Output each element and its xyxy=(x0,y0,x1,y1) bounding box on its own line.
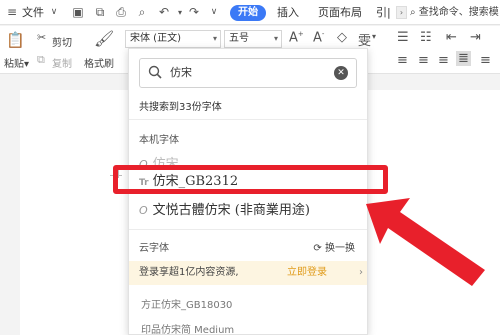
divider xyxy=(129,229,367,230)
clear-search-icon[interactable]: ✕ xyxy=(334,66,348,80)
red-arrow-icon xyxy=(366,198,485,286)
cut-icon[interactable]: ✂ xyxy=(37,31,46,44)
copy-button[interactable]: 复制 xyxy=(52,55,72,70)
swap-button[interactable]: ⟳ 换一换 xyxy=(313,239,355,254)
shrink-font-icon[interactable]: A- xyxy=(313,30,324,45)
menu-icon[interactable]: ≡ xyxy=(4,0,20,25)
command-search[interactable]: ⌕ 查找命令、搜索模 xyxy=(410,0,499,25)
align-center-icon[interactable]: ≡ xyxy=(418,53,429,68)
font-name-value: 宋体 (正文) xyxy=(130,33,181,44)
justify-icon[interactable]: ≣ xyxy=(456,51,471,66)
save-icon[interactable]: ▣ xyxy=(70,0,86,25)
opentype-icon: O xyxy=(139,204,148,217)
copy-icon[interactable]: ⧉ xyxy=(37,53,45,67)
menu-bar: ≡ 文件 ∨ ▣ ⧉ ⎙ ⌕ ↶ ▾ ↷ ∨ 开始 插入 页面布局 引| › ⌕… xyxy=(0,0,500,25)
cloud-font-item[interactable]: 方正仿宋_GB18030 xyxy=(141,296,232,311)
print-icon[interactable]: ⎙ xyxy=(113,0,129,25)
cloud-font-item[interactable]: 印品仿宋简 Medium xyxy=(141,321,234,334)
login-link[interactable]: 立即登录 xyxy=(287,261,327,285)
font-size-select[interactable]: 五号 ▾ xyxy=(224,30,282,48)
increase-indent-icon[interactable]: ⇥ xyxy=(470,30,481,45)
undo-icon[interactable]: ↶ xyxy=(156,0,172,25)
chevron-down-icon[interactable]: ∨ xyxy=(46,0,62,25)
tab-insert[interactable]: 插入 xyxy=(277,0,299,25)
file-menu[interactable]: 文件 xyxy=(22,0,44,25)
cloud-fonts-heading: 云字体 xyxy=(139,243,169,254)
tab-start[interactable]: 开始 xyxy=(230,5,266,21)
distribute-icon[interactable]: ≡ xyxy=(480,53,491,68)
font-search-input[interactable]: 仿宋 ✕ xyxy=(139,58,357,88)
paste-icon[interactable]: 📋 xyxy=(6,31,25,49)
tab-reference[interactable]: 引| xyxy=(376,0,391,25)
clear-format-icon[interactable]: ◇ xyxy=(337,30,347,45)
search-result-count: 共搜索到33份字体 xyxy=(139,102,222,113)
local-fonts-heading: 本机字体 xyxy=(139,135,179,146)
align-right-icon[interactable]: ≡ xyxy=(438,53,449,68)
chevron-down-icon: ▾ xyxy=(273,34,278,43)
promo-text: 登录享超1亿内容资源, xyxy=(139,267,239,278)
grow-font-icon[interactable]: A+ xyxy=(289,30,304,45)
font-name-select[interactable]: 宋体 (正文) ▾ xyxy=(125,30,221,48)
font-item-wenyue-fangsong[interactable]: O 文悦古體仿宋 (非商業用途) xyxy=(139,199,310,218)
format-painter-icon[interactable]: 🖌 xyxy=(94,29,114,48)
more-icon[interactable]: ∨ xyxy=(206,0,222,25)
chevron-down-icon: ▾ xyxy=(212,34,217,43)
tab-page-layout[interactable]: 页面布局 xyxy=(318,0,362,25)
redo-icon[interactable]: ↷ xyxy=(186,0,202,25)
print-preview-icon[interactable]: ⌕ xyxy=(134,0,150,25)
format-painter-button[interactable]: 格式刷 xyxy=(84,55,114,70)
search-icon xyxy=(148,65,162,79)
align-left-icon[interactable]: ≡ xyxy=(397,53,408,68)
font-size-value: 五号 xyxy=(229,33,249,44)
numbered-list-icon[interactable]: ☷ xyxy=(420,30,432,45)
refresh-icon: ⟳ xyxy=(313,243,322,254)
login-promo-bar: 登录享超1亿内容资源, 立即登录 › xyxy=(129,261,367,285)
search-icon: ⌕ xyxy=(410,7,416,18)
command-search-text: 查找命令、搜索模 xyxy=(418,7,499,18)
chevron-down-icon[interactable]: ▾ xyxy=(372,32,376,41)
tab-scroll-right-icon[interactable]: › xyxy=(396,6,407,19)
decrease-indent-icon[interactable]: ⇤ xyxy=(446,30,457,45)
paste-button[interactable]: 粘贴▾ xyxy=(4,55,29,70)
export-icon[interactable]: ⧉ xyxy=(92,0,108,25)
highlight-box xyxy=(113,165,388,194)
bullet-list-icon[interactable]: ☰ xyxy=(397,30,409,45)
cut-button[interactable]: 剪切 xyxy=(52,34,72,49)
font-search-value: 仿宋 xyxy=(170,66,192,79)
phonetic-icon[interactable]: 雯 xyxy=(358,30,371,49)
divider xyxy=(129,119,367,120)
